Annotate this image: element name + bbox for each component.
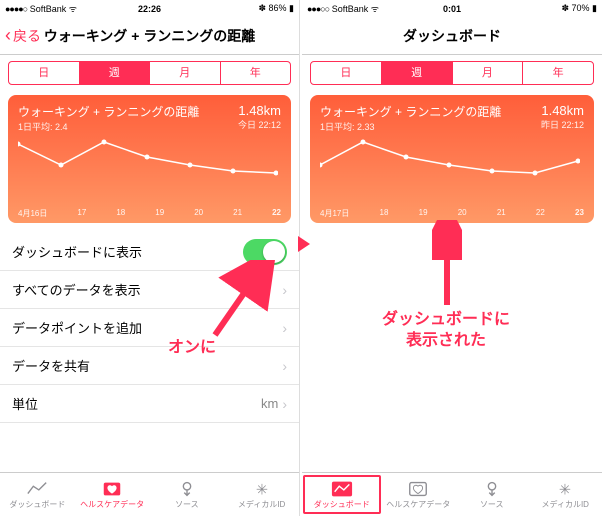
seg-month[interactable]: 月 xyxy=(453,62,524,84)
time-segment[interactable]: 日 週 月 年 xyxy=(310,61,594,85)
arrow-icon xyxy=(432,220,462,310)
tab-healthdata[interactable]: ヘルスケアデータ xyxy=(382,473,456,516)
seg-year[interactable]: 年 xyxy=(221,62,291,84)
card-value: 1.48km xyxy=(238,103,281,118)
row-unit[interactable]: 単位 km› xyxy=(0,385,299,423)
line-chart xyxy=(320,135,580,195)
tab-healthdata[interactable]: ヘルスケアデータ xyxy=(75,473,150,516)
chevron-right-icon: › xyxy=(282,358,287,374)
svg-text:✳: ✳ xyxy=(559,482,571,498)
tab-medical[interactable]: ✳メディカルID xyxy=(529,473,602,516)
seg-month[interactable]: 月 xyxy=(150,62,221,84)
tab-dashboard[interactable]: ダッシュボード xyxy=(0,473,75,516)
chevron-left-icon: ‹ xyxy=(5,25,11,46)
card-time: 今日 22:12 xyxy=(238,118,281,131)
page-title: ウォーキング + ランニングの距離 xyxy=(44,26,256,46)
arrow-icon xyxy=(205,260,275,340)
time-segment[interactable]: 日 週 月 年 xyxy=(8,61,291,85)
seg-year[interactable]: 年 xyxy=(523,62,593,84)
seg-week[interactable]: 週 xyxy=(382,62,453,84)
nav-bar: ‹戻る ウォーキング + ランニングの距離 xyxy=(0,17,299,55)
seg-day[interactable]: 日 xyxy=(311,62,382,84)
health-card[interactable]: ウォーキング + ランニングの距離 1日平均: 2.33 1.48km 昨日 2… xyxy=(310,95,594,223)
tab-medical[interactable]: ✳メディカルID xyxy=(224,473,299,516)
phone-right: ●●●○○ SoftBank ᯤ 0:01 ✽ 70% ▮ ダッシュボード 日 … xyxy=(302,0,602,516)
separator-arrow-icon xyxy=(298,236,310,252)
status-bar: ●●●●○ SoftBank ᯤ 22:26 ✽ 86% ▮ xyxy=(0,0,299,17)
phone-left: ●●●●○ SoftBank ᯤ 22:26 ✽ 86% ▮ ‹戻る ウォーキン… xyxy=(0,0,300,516)
seg-week[interactable]: 週 xyxy=(80,62,151,84)
row-share[interactable]: データを共有 › xyxy=(0,347,299,385)
status-bar: ●●●○○ SoftBank ᯤ 0:01 ✽ 70% ▮ xyxy=(302,0,602,17)
chevron-right-icon: › xyxy=(282,282,287,298)
chart-xaxis: 4月16日171819202122 xyxy=(18,208,281,219)
chevron-right-icon: › xyxy=(282,396,287,412)
card-time: 昨日 22:12 xyxy=(541,118,584,131)
chart-xaxis: 4月17日181920212223 xyxy=(320,208,584,219)
seg-day[interactable]: 日 xyxy=(9,62,80,84)
chevron-right-icon: › xyxy=(282,320,287,336)
tab-bar: ダッシュボード ヘルスケアデータ ソース ✳メディカルID xyxy=(0,472,299,516)
page-title: ダッシュボード xyxy=(403,26,501,46)
card-value: 1.48km xyxy=(541,103,584,118)
tab-source[interactable]: ソース xyxy=(150,473,225,516)
annotation-shown: ダッシュボードに 表示された xyxy=(382,310,510,352)
annotation-on: オンに xyxy=(168,338,216,359)
nav-bar: ダッシュボード xyxy=(302,17,602,55)
tab-bar: ダッシュボード ヘルスケアデータ ソース ✳メディカルID xyxy=(302,472,602,516)
line-chart xyxy=(18,135,278,195)
health-card[interactable]: ウォーキング + ランニングの距離 1日平均: 2.4 1.48km 今日 22… xyxy=(8,95,291,223)
tab-dashboard[interactable]: ダッシュボード xyxy=(303,475,381,514)
svg-text:✳: ✳ xyxy=(255,482,267,498)
back-button[interactable]: ‹戻る xyxy=(5,25,41,46)
tab-source[interactable]: ソース xyxy=(455,473,529,516)
